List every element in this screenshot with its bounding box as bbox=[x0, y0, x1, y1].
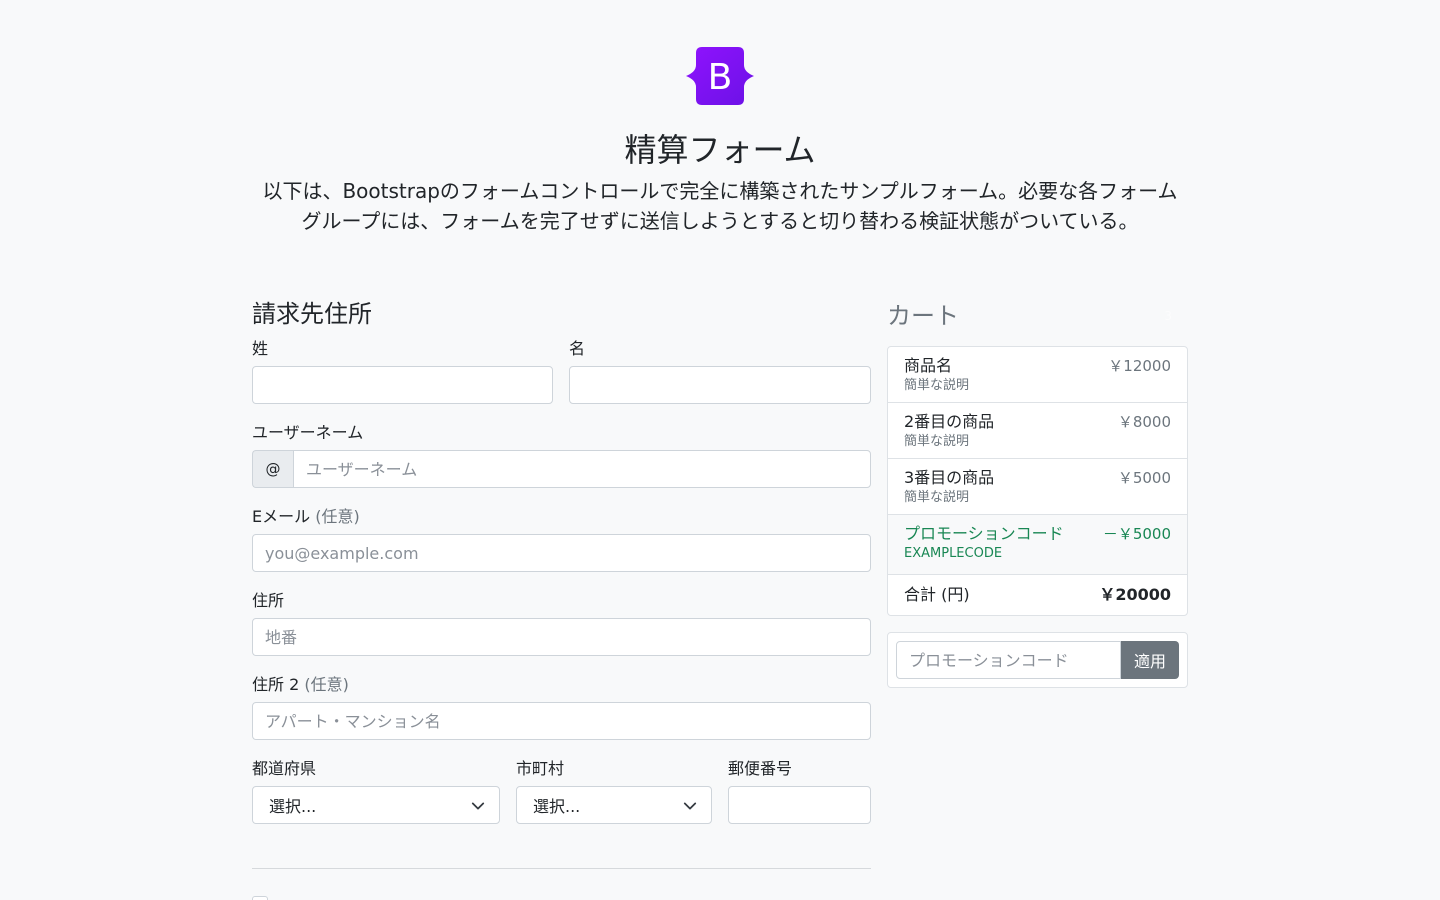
promo-line-price: －￥5000 bbox=[1102, 525, 1171, 543]
address2-label: 住所 2 (任意) bbox=[252, 672, 871, 702]
cart-title: カート bbox=[887, 302, 959, 330]
city-group: 市町村 選択... bbox=[516, 756, 712, 824]
last-name-label: 姓 bbox=[252, 339, 269, 358]
city-label: 市町村 bbox=[516, 759, 565, 778]
email-group: Eメール (任意) bbox=[252, 504, 871, 572]
cart-item-name: 商品名 bbox=[904, 356, 953, 375]
email-label-text: Eメール bbox=[252, 507, 311, 526]
prefecture-group: 都道府県 選択... bbox=[252, 756, 500, 824]
cart-item-price: ￥5000 bbox=[1117, 469, 1171, 487]
prefecture-selected-value: 選択... bbox=[269, 797, 317, 816]
cart-item: 3番目の商品 簡単な説明 ￥5000 bbox=[888, 459, 1187, 515]
cart-item: 商品名 簡単な説明 ￥12000 bbox=[888, 347, 1187, 403]
cart-count-badge: 3 bbox=[1156, 307, 1180, 325]
address2-input[interactable] bbox=[252, 702, 871, 740]
cart-list: 商品名 簡単な説明 ￥12000 2番目の商品 簡単な説明 ￥8000 3番目の… bbox=[887, 346, 1188, 616]
first-name-input[interactable] bbox=[569, 366, 871, 404]
cart-item-desc: 簡単な説明 bbox=[904, 490, 970, 505]
prefecture-label: 都道府県 bbox=[252, 759, 317, 778]
username-group: ユーザーネーム @ bbox=[252, 420, 871, 488]
billing-title: 請求先住所 bbox=[252, 300, 372, 328]
name-row: 姓 名 bbox=[252, 336, 871, 404]
address-group: 住所 bbox=[252, 588, 871, 656]
city-select[interactable]: 選択... bbox=[516, 786, 712, 824]
cart-item-price: ￥8000 bbox=[1117, 413, 1171, 431]
svg-text:B: B bbox=[708, 57, 733, 98]
cart-total-label: 合計 (円) bbox=[904, 585, 970, 604]
promo-code-input[interactable] bbox=[896, 641, 1121, 679]
cart-item-name: 3番目の商品 bbox=[904, 468, 995, 487]
cart-item-desc: 簡単な説明 bbox=[904, 434, 970, 449]
cart-item-desc: 簡単な説明 bbox=[904, 378, 970, 393]
address-input[interactable] bbox=[252, 618, 871, 656]
username-label: ユーザーネーム bbox=[252, 423, 364, 442]
email-label: Eメール (任意) bbox=[252, 504, 871, 534]
page-lead: 以下は、Bootstrapのフォームコントロールで完全に構築されたサンプルフォー… bbox=[262, 179, 1178, 233]
cart-item-name: 2番目の商品 bbox=[904, 412, 995, 431]
chevron-down-icon bbox=[471, 802, 485, 810]
billing-form: 請求先住所 姓 名 ユーザーネーム @ Eメール (任意) 住所 bbox=[252, 296, 871, 824]
username-input[interactable] bbox=[293, 450, 871, 488]
zip-label: 郵便番号 bbox=[728, 759, 793, 778]
checkout-page: B 精算フォーム 以下は、Bootstrapのフォームコントロールで完全に構築さ… bbox=[0, 0, 1440, 900]
page-title: 精算フォーム bbox=[624, 131, 816, 169]
cart-total: 合計 (円) ￥20000 bbox=[888, 575, 1187, 615]
first-name-group: 名 bbox=[569, 336, 871, 404]
cart-total-value: ￥20000 bbox=[1099, 585, 1171, 604]
chevron-down-icon bbox=[683, 802, 697, 810]
promo-line-code: EXAMPLECODE bbox=[904, 546, 1003, 561]
cart-item: 2番目の商品 簡単な説明 ￥8000 bbox=[888, 403, 1187, 459]
email-optional-text: (任意) bbox=[315, 507, 360, 526]
at-sign-addon: @ bbox=[252, 450, 293, 488]
region-row: 都道府県 選択... 市町村 選択... 郵便番号 bbox=[252, 756, 871, 824]
username-input-group: @ bbox=[252, 450, 871, 488]
prefecture-select[interactable]: 選択... bbox=[252, 786, 500, 824]
promo-code-form: 適用 bbox=[887, 632, 1188, 688]
promo-line: プロモーションコード EXAMPLECODE －￥5000 bbox=[888, 515, 1187, 575]
first-name-label: 名 bbox=[569, 339, 586, 358]
promo-line-name: プロモーションコード bbox=[904, 524, 1064, 543]
address-label: 住所 bbox=[252, 591, 285, 610]
address2-label-text: 住所 2 bbox=[252, 675, 300, 694]
cart-panel: カート 3 商品名 簡単な説明 ￥12000 2番目の商品 簡単な説明 ￥800… bbox=[887, 296, 1188, 688]
apply-promo-button[interactable]: 適用 bbox=[1121, 641, 1179, 679]
city-selected-value: 選択... bbox=[533, 797, 581, 816]
zip-input[interactable] bbox=[728, 786, 871, 824]
cart-header: カート 3 bbox=[887, 296, 1188, 336]
email-input[interactable] bbox=[252, 534, 871, 572]
zip-group: 郵便番号 bbox=[728, 756, 871, 824]
last-name-input[interactable] bbox=[252, 366, 553, 404]
same-address-checkbox[interactable] bbox=[252, 896, 268, 900]
address2-optional-text: (任意) bbox=[304, 675, 349, 694]
last-name-group: 姓 bbox=[252, 336, 553, 404]
cart-item-price: ￥12000 bbox=[1108, 357, 1171, 375]
address2-group: 住所 2 (任意) bbox=[252, 672, 871, 740]
bootstrap-logo-icon: B bbox=[684, 47, 756, 105]
form-divider bbox=[252, 868, 871, 869]
